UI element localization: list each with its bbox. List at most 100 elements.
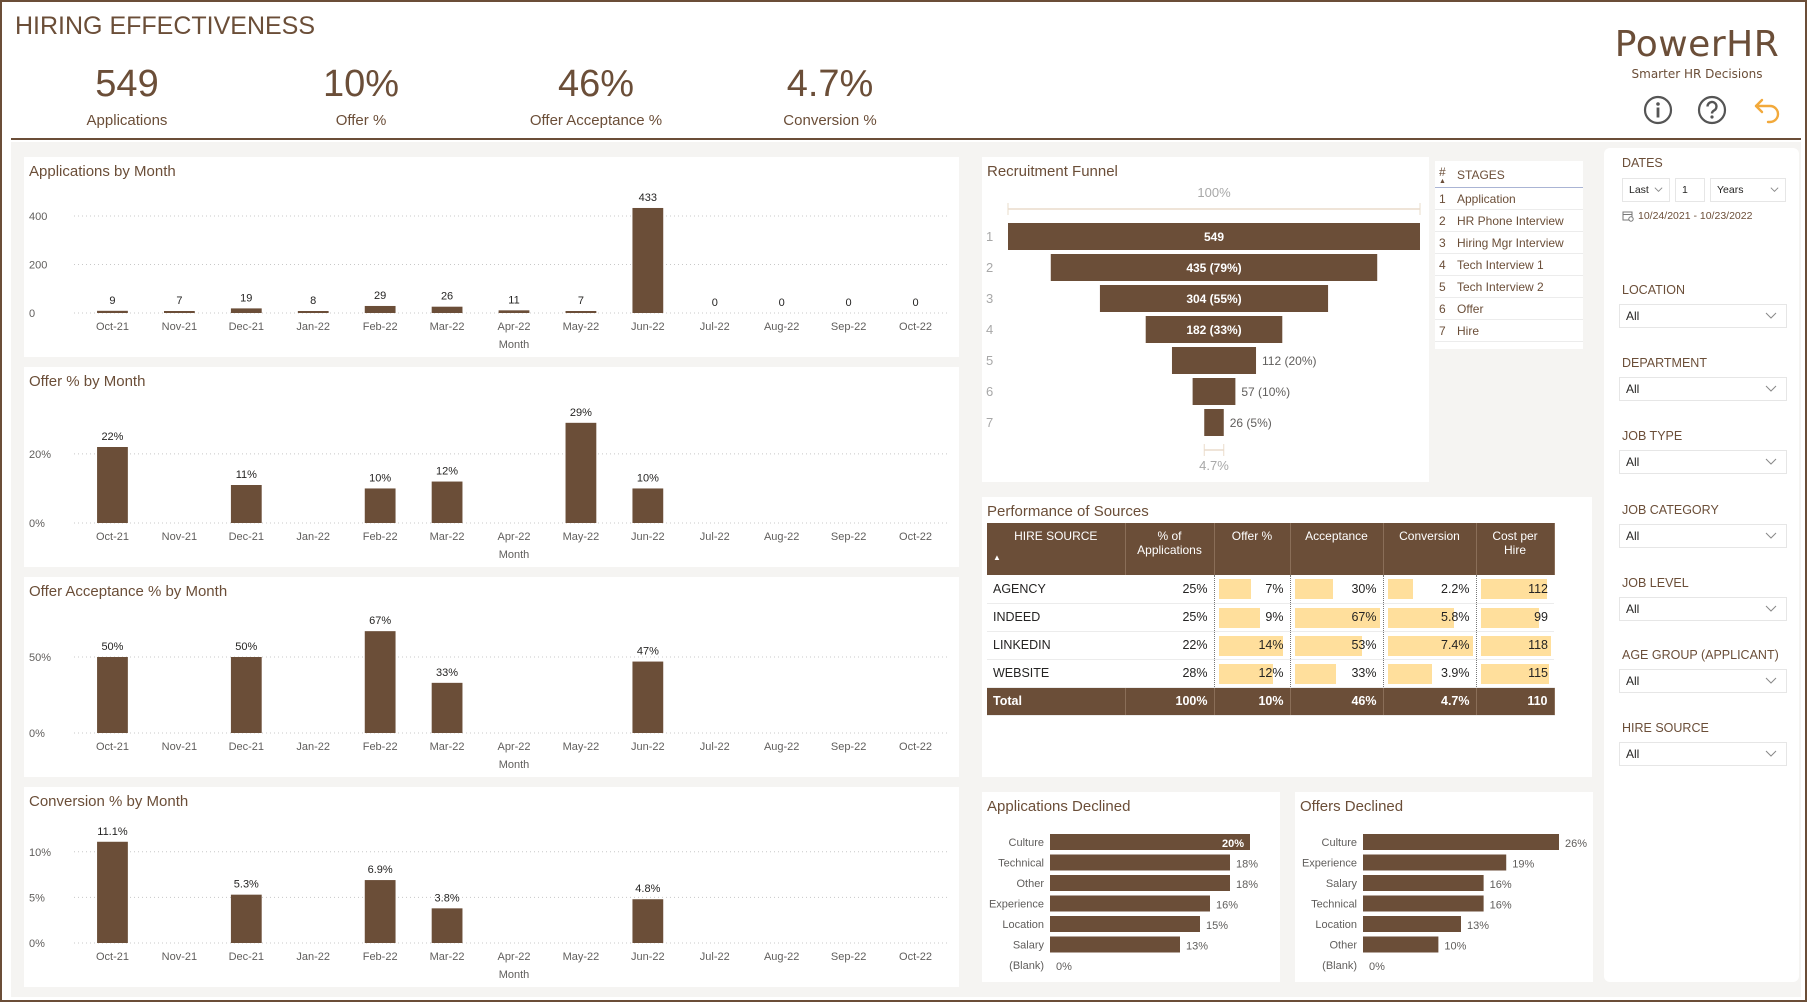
selected-value: All (1626, 529, 1640, 543)
date-unit-value: Years (1717, 184, 1744, 196)
table-row[interactable]: WEBSITE 28% 12% 33% 3.9% 115 (987, 659, 1554, 688)
bar[interactable] (431, 908, 463, 943)
bar[interactable] (632, 488, 664, 523)
location-dropdown[interactable]: All (1619, 304, 1787, 328)
data-label: 3.8% (435, 892, 460, 904)
bar[interactable] (1363, 854, 1507, 871)
stage-number: 4 (1435, 253, 1453, 276)
data-label: 16% (1490, 879, 1512, 891)
funnel-bar[interactable] (1171, 347, 1257, 374)
bar[interactable] (632, 661, 664, 733)
bar[interactable] (1363, 916, 1461, 932)
column-header-number[interactable]: # ▲ (1435, 161, 1453, 188)
bar[interactable] (97, 657, 128, 733)
data-label: 22% (101, 431, 123, 443)
bar[interactable] (163, 311, 195, 313)
stage-row[interactable]: 3 Hiring Mgr Interview (1435, 231, 1583, 254)
column-header-acceptance[interactable]: Acceptance (1290, 523, 1384, 575)
bar[interactable] (230, 657, 262, 733)
column-header-hire-source[interactable]: HIRE SOURCE ▲ (987, 523, 1126, 575)
cell-value: 3.9% (1441, 666, 1470, 680)
job-level-dropdown[interactable]: All (1619, 597, 1787, 621)
bar[interactable] (1363, 834, 1559, 850)
column-header-cost-per-hire[interactable]: Cost per Hire (1476, 523, 1555, 575)
data-label: 19% (1512, 859, 1534, 871)
category-label: Technical (1311, 899, 1357, 911)
bar[interactable] (431, 682, 463, 733)
bar[interactable] (632, 207, 664, 313)
x-tick-label: Aug-22 (764, 531, 799, 543)
stage-row[interactable]: 2 HR Phone Interview (1435, 209, 1583, 232)
age-group-applicant-dropdown[interactable]: All (1619, 669, 1787, 693)
brand-tagline: Smarter HR Decisions (1631, 67, 1763, 81)
funnel-data-label: 112 (20%) (1262, 354, 1316, 368)
bar[interactable] (97, 841, 128, 943)
stage-row[interactable]: 1 Application (1435, 187, 1583, 210)
bar[interactable] (1363, 875, 1484, 891)
cell-value: 12% (1258, 666, 1284, 680)
table-row[interactable]: INDEED 25% 9% 67% 5.8% 99 (987, 603, 1554, 632)
table-row[interactable]: LINKEDIN 22% 14% 53% 7.4% 118 (987, 631, 1554, 660)
bar[interactable] (1050, 854, 1230, 871)
column-header-pct-applications[interactable]: % of Applications (1125, 523, 1215, 575)
bar[interactable] (431, 306, 463, 313)
bar[interactable] (97, 310, 128, 313)
bar[interactable] (364, 631, 396, 733)
y-tick-label: 50% (29, 652, 51, 664)
data-label: 26 (441, 291, 453, 303)
bar[interactable] (297, 311, 329, 313)
funnel-stage-number: 1 (986, 229, 993, 244)
bar[interactable] (97, 447, 128, 523)
bar[interactable] (230, 894, 262, 943)
data-label: 7 (578, 295, 584, 307)
bar[interactable] (498, 310, 530, 313)
date-count-input[interactable]: 1 (1675, 178, 1705, 202)
bar[interactable] (364, 880, 396, 943)
date-range-text: 10/24/2021 - 10/23/2022 (1638, 210, 1753, 222)
bar[interactable] (1050, 834, 1250, 850)
info-icon[interactable] (1642, 94, 1674, 126)
column-header-stages[interactable]: STAGES (1453, 161, 1583, 188)
bar[interactable] (1050, 916, 1200, 932)
bar[interactable] (230, 308, 262, 313)
data-label: 0 (912, 297, 918, 309)
bar[interactable] (1050, 936, 1180, 953)
funnel-bar[interactable] (1204, 409, 1224, 436)
stage-row[interactable]: 7 Hire (1435, 319, 1583, 342)
x-tick-label: Dec-21 (229, 951, 264, 963)
funnel-bar[interactable] (1192, 378, 1236, 405)
department-dropdown[interactable]: All (1619, 377, 1787, 401)
bar[interactable] (364, 305, 396, 313)
column-header-conversion[interactable]: Conversion (1383, 523, 1477, 575)
date-unit-dropdown[interactable]: Years (1710, 178, 1786, 202)
offer-pct-cell: 9% (1213, 603, 1290, 632)
bar[interactable] (431, 481, 463, 523)
bar[interactable] (364, 488, 396, 523)
hire-source-dropdown[interactable]: All (1619, 742, 1787, 766)
back-arrow-icon[interactable] (1752, 94, 1784, 126)
data-label: 10% (369, 472, 391, 484)
bar[interactable] (1050, 895, 1210, 912)
date-mode-dropdown[interactable]: Last (1622, 178, 1670, 202)
bar[interactable] (230, 485, 262, 523)
bar[interactable] (632, 899, 664, 943)
job-category-dropdown[interactable]: All (1619, 524, 1787, 548)
bar[interactable] (1050, 875, 1230, 891)
column-header-offer-pct[interactable]: Offer % (1214, 523, 1291, 575)
selected-value: All (1626, 674, 1640, 688)
data-bar (1294, 579, 1333, 599)
bar[interactable] (565, 422, 597, 523)
bar[interactable] (1363, 936, 1439, 953)
bar[interactable] (1363, 895, 1484, 912)
bar[interactable] (565, 311, 597, 313)
job-type-dropdown[interactable]: All (1619, 450, 1787, 474)
total-row: Total 100% 10% 46% 4.7% 110 (987, 687, 1555, 716)
help-icon[interactable] (1696, 94, 1728, 126)
stage-row[interactable]: 4 Tech Interview 1 (1435, 253, 1583, 276)
stage-row[interactable]: 5 Tech Interview 2 (1435, 275, 1583, 298)
age-group-applicant-label: AGE GROUP (APPLICANT) (1622, 648, 1779, 662)
stage-row[interactable]: 6 Offer (1435, 297, 1583, 320)
x-tick-label: Nov-21 (162, 951, 197, 963)
stage-number: 6 (1435, 297, 1453, 320)
table-row[interactable]: AGENCY 25% 7% 30% 2.2% 112 (987, 575, 1554, 604)
